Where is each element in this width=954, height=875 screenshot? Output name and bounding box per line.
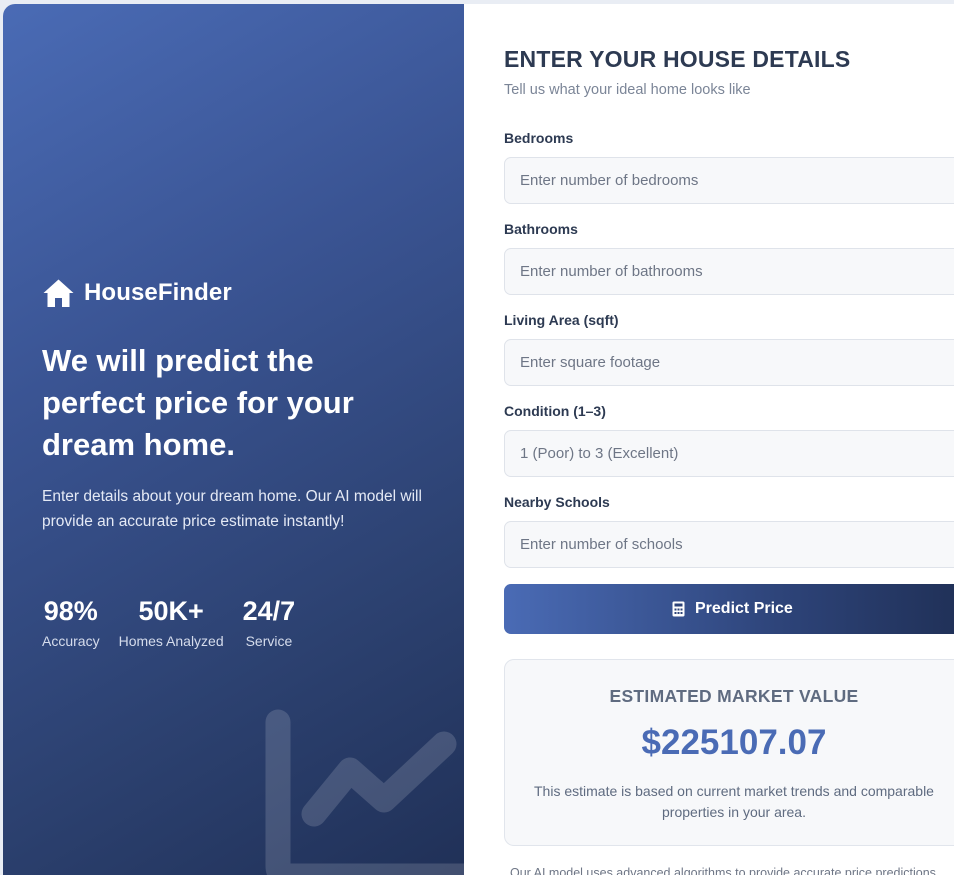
field-label: Bedrooms <box>504 130 574 146</box>
stat-value: 24/7 <box>242 596 296 626</box>
chart-line-icon <box>265 709 468 875</box>
stat-service: 24/7 Service <box>243 595 296 649</box>
stat-value: 98% <box>43 596 98 626</box>
stat-value: 50K+ <box>138 596 204 626</box>
form-title: ENTER YOUR HOUSE DETAILS <box>504 46 851 72</box>
stat-label: Homes Analyzed <box>118 633 224 649</box>
field-label: Nearby Schools <box>504 494 610 510</box>
hero-panel: HouseFinder We will predict the perfect … <box>3 4 468 875</box>
brand: HouseFinder <box>42 278 232 308</box>
stat-label: Service <box>245 633 293 649</box>
stat-homes-analyzed: 50K+ Homes Analyzed <box>119 595 224 649</box>
bedrooms-input[interactable] <box>504 157 954 204</box>
condition-field: Condition (1–3) <box>504 403 954 477</box>
predict-price-button[interactable]: Predict Price <box>504 584 954 634</box>
hero-intro: Enter details about your dream home. Our… <box>42 488 422 530</box>
footnote: Our AI model uses advanced algorithms to… <box>510 866 936 875</box>
bedrooms-field: Bedrooms <box>504 130 954 204</box>
form-subtitle: Tell us what your ideal home looks like <box>504 82 751 98</box>
brand-name: HouseFinder <box>84 279 232 306</box>
field-label: Condition (1–3) <box>504 403 606 419</box>
house-icon <box>43 279 74 307</box>
bathrooms-field: Bathrooms <box>504 221 954 295</box>
stat-label: Accuracy <box>42 633 100 649</box>
result-title: ESTIMATED MARKET VALUE <box>609 686 859 706</box>
hero-headline: We will predict the perfect price for yo… <box>42 343 354 462</box>
predict-price-label: Predict Price <box>695 600 793 617</box>
bathrooms-input[interactable] <box>504 248 954 295</box>
calculator-icon <box>672 601 685 617</box>
form-panel: ENTER YOUR HOUSE DETAILS Tell us what yo… <box>464 4 954 875</box>
stats-row: 98% Accuracy 50K+ Homes Analyzed 24/7 Se… <box>42 595 295 649</box>
result-note: This estimate is based on current market… <box>534 783 934 820</box>
main-card: HouseFinder We will predict the perfect … <box>3 4 954 875</box>
estimated-price: $225107.07 <box>641 723 827 762</box>
result-box: ESTIMATED MARKET VALUE $225107.07 This e… <box>504 659 954 846</box>
nearby-schools-input[interactable] <box>504 521 954 568</box>
field-label: Bathrooms <box>504 221 578 237</box>
condition-input[interactable] <box>504 430 954 477</box>
living-area-field: Living Area (sqft) <box>504 312 954 386</box>
nearby-schools-field: Nearby Schools <box>504 494 954 568</box>
stat-accuracy: 98% Accuracy <box>42 595 100 649</box>
field-label: Living Area (sqft) <box>504 312 619 328</box>
living-area-input[interactable] <box>504 339 954 386</box>
